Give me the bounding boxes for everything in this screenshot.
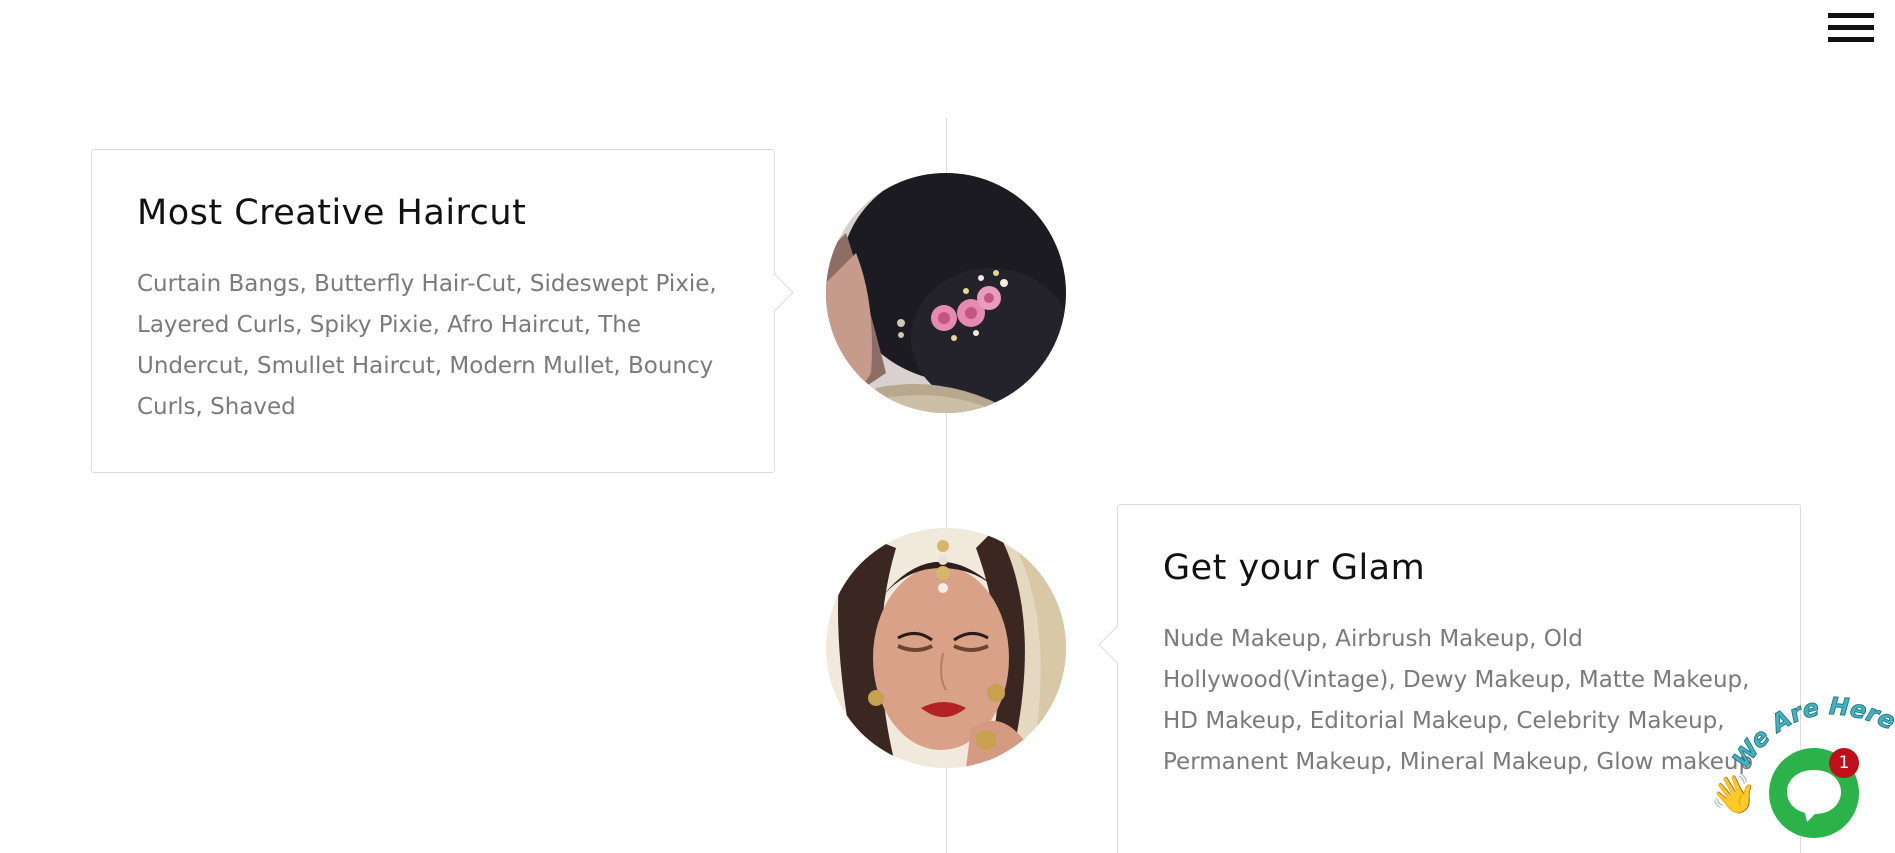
waving-hand-icon: 👋 bbox=[1710, 772, 1758, 816]
card-description: Curtain Bangs, Butterfly Hair-Cut, Sides… bbox=[137, 271, 717, 420]
chat-widget[interactable]: We Are Here! 👋 1 bbox=[1700, 690, 1895, 853]
card-pointer bbox=[1098, 625, 1137, 664]
menu-bar bbox=[1828, 13, 1874, 18]
hamburger-menu-icon[interactable] bbox=[1828, 12, 1874, 46]
card-title: Get your Glam bbox=[1163, 548, 1426, 588]
menu-bar bbox=[1828, 25, 1874, 30]
card-pointer bbox=[755, 273, 794, 312]
bridal-makeup-photo bbox=[826, 528, 1066, 768]
timeline-card-glam: Get your Glam Nude Makeup, Airbrush Make… bbox=[1098, 504, 1801, 853]
card-title: Most Creative Haircut bbox=[137, 193, 527, 233]
page: Most Creative Haircut Curtain Bangs, But… bbox=[0, 0, 1895, 853]
notification-badge: 1 bbox=[1829, 748, 1859, 778]
timeline-card-haircut: Most Creative Haircut Curtain Bangs, But… bbox=[91, 149, 794, 473]
card-description: Nude Makeup, Airbrush Makeup, Old Hollyw… bbox=[1163, 626, 1754, 775]
bridal-hairstyle-photo bbox=[826, 173, 1066, 413]
menu-bar bbox=[1828, 37, 1874, 42]
